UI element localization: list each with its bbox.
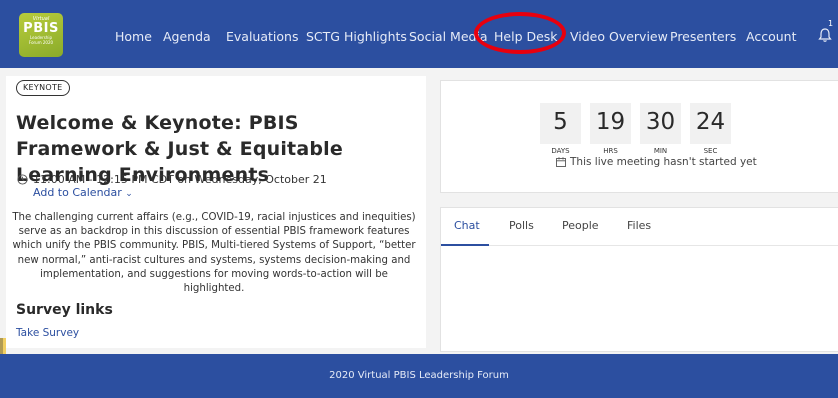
session-type-badge: KEYNOTE [16,80,70,96]
footer: 2020 Virtual PBIS Leadership Forum [0,354,838,398]
logo-line-2: PBIS [23,21,59,36]
survey-links-heading: Survey links [16,302,113,318]
session-description: The challenging current affairs (e.g., C… [12,212,416,295]
nav-evaluations[interactable]: Evaluations [226,29,298,45]
tab-people[interactable]: People [562,219,599,233]
nav-presenters[interactable]: Presenters [670,29,736,45]
countdown-hours-value: 19 [595,109,626,135]
add-to-calendar-label: Add to Calendar [33,186,122,199]
nav-sctg-highlights[interactable]: SCTG Highlights [306,29,407,45]
add-to-calendar-link[interactable]: Add to Calendar ⌄ [33,186,133,201]
top-nav: Virtual PBIS Leadership Forum 2020 Home … [0,0,838,68]
nav-account[interactable]: Account [746,29,796,45]
tab-bar: Chat Polls People Files [441,208,838,246]
notification-count: 1 [828,19,834,28]
calendar-icon [556,157,566,167]
footer-text: 2020 Virtual PBIS Leadership Forum [329,370,509,381]
session-time: 11:00 AM - 12:15 PM CDT on Wednesday, Oc… [33,173,327,186]
session-panel: KEYNOTE Welcome & Keynote: PBIS Framewor… [6,76,426,348]
countdown-minutes-value: 30 [645,109,676,135]
annotation-circle [474,12,566,54]
nav-agenda[interactable]: Agenda [163,29,211,45]
logo-line-4: Forum 2020 [28,40,54,45]
tab-chat[interactable]: Chat [454,219,480,233]
active-tab-indicator [441,244,489,246]
countdown-days-value: 5 [553,109,568,135]
nav-video-overview[interactable]: Video Overview [570,29,668,45]
countdown-seconds-value: 24 [695,109,726,135]
countdown-panel: 5 DAYS 19 HRS 30 MIN 24 SEC This live me… [440,80,838,193]
tab-files[interactable]: Files [627,219,651,233]
meeting-status: This live meeting hasn't started yet [570,156,757,168]
chevron-down-icon: ⌄ [125,189,133,199]
clock-icon [17,174,28,185]
interaction-panel: Chat Polls People Files [440,207,838,352]
nav-home[interactable]: Home [115,29,152,45]
take-survey-link[interactable]: Take Survey [16,326,79,340]
pbis-logo[interactable]: Virtual PBIS Leadership Forum 2020 [19,13,63,57]
bell-icon[interactable] [816,26,834,44]
tab-polls[interactable]: Polls [509,219,534,233]
